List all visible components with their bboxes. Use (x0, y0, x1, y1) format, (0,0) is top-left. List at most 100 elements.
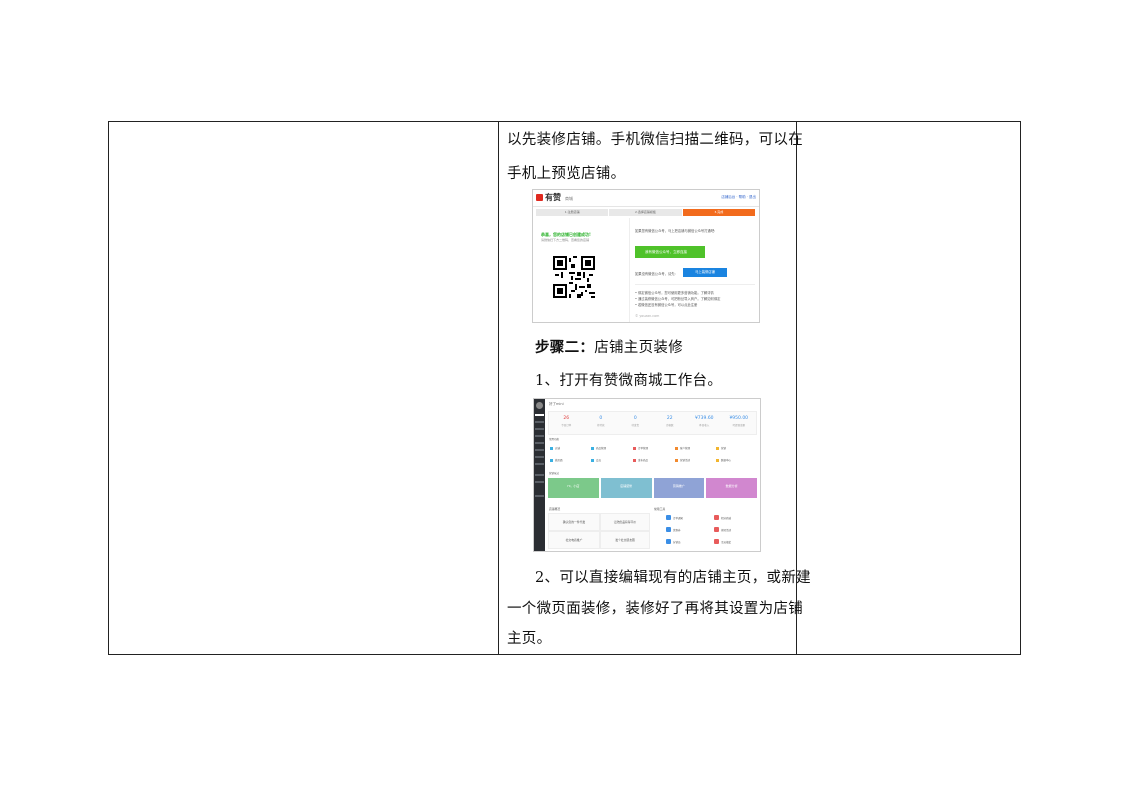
logo-subtext: 商城 (565, 196, 573, 201)
connect-wechat-button[interactable]: 我有微信公众号，立即连接 (635, 246, 705, 258)
stat: ¥739.60 昨日收入 (687, 412, 722, 434)
no-wechat-prompt: 如果没有微信公众号，请先: (635, 272, 676, 276)
tool-item: 优惠券 (666, 527, 681, 532)
tool-label: 幸运抽奖 (721, 541, 732, 544)
step-2: 2.选择店铺模板 (609, 209, 683, 216)
apps-label: 常用功能 (549, 438, 560, 441)
qr-hint: 请微信扫下方二维码，查看您的店铺 (541, 238, 590, 242)
tool-icon (666, 527, 671, 532)
stat: 0 待付款 (584, 412, 619, 434)
avatar (536, 402, 543, 409)
app-icon (675, 446, 678, 450)
app-grid: 店铺 商品管理 订单管理 客户管理 营销 微页面 会员 发布商品 营销活动 数据… (548, 443, 757, 467)
decorate-store-button[interactable]: 马上装修店铺 (683, 268, 727, 277)
paragraph-4: 2、可以直接编辑现有的店铺主页，或新建 (535, 570, 811, 586)
tool-label: 优惠券 (673, 529, 681, 532)
stat: 22 访客数 (653, 412, 688, 434)
tool-item: 幸运抽奖 (714, 539, 731, 544)
content-cell: 以先装修店铺。手机微信扫描二维码，可以在 手机上预览店铺。 有赞 商城 店铺后台 … (499, 122, 811, 654)
info-box[interactable]: 确认您的一件代发 (548, 513, 600, 531)
app-item: 微页面 (550, 458, 580, 462)
tool-item: 订单通知 (666, 515, 683, 520)
stat-value: 0 (599, 416, 603, 421)
promo-tile[interactable]: 数据分析 (706, 478, 757, 498)
tool-label: 积分商城 (721, 517, 732, 520)
stat-value: 0 (633, 416, 637, 421)
progress-steps: 1.注册店铺 2.选择店铺模板 3.完成 (536, 209, 756, 216)
tool-item: 积分商城 (714, 515, 731, 520)
nav-item (535, 463, 544, 465)
dashboard-screenshot: 好了mini 26 今日订单 0 待付款 0 待发货 22 访客数 ¥739.60 昨日收… (533, 398, 761, 552)
app-item: 营销 (716, 446, 746, 450)
app-label: 客户管理 (680, 447, 691, 450)
app-icon (716, 458, 719, 462)
step-text: 店铺主页装修 (594, 340, 684, 356)
app-icon (633, 458, 636, 462)
app-item: 客户管理 (675, 446, 705, 450)
connect-panel: 如果您有微信公众号，马上把店铺与微信公众号打通吧: 我有微信公众号，立即连接 如… (631, 218, 759, 322)
tool-label: 分销员 (673, 541, 681, 544)
promo-tile[interactable]: Hi，小店 (548, 478, 599, 498)
tool-icon (714, 527, 719, 532)
stat-label: 昨日收入 (699, 424, 710, 427)
app-item: 发布商品 (633, 458, 663, 462)
stat: 0 待发货 (618, 412, 653, 434)
nav-item (535, 481, 544, 483)
app-icon (591, 458, 594, 462)
nav-item (535, 474, 544, 476)
tool-icon (714, 515, 719, 520)
screenshot-header: 有赞 商城 店铺后台 · 帮助 · 退出 (533, 190, 759, 207)
paragraph-2: 手机上预览店铺。 (507, 166, 626, 182)
app-item: 营销活动 (675, 458, 705, 462)
qr-code-icon (553, 256, 595, 298)
tool-item: 拼团活动 (714, 527, 731, 532)
app-label: 营销活动 (680, 459, 691, 462)
tool-label: 拼团活动 (721, 529, 732, 532)
app-label: 订单管理 (638, 447, 649, 450)
stat-label: 今日订单 (561, 424, 572, 427)
dashboard-title: 好了mini (549, 402, 564, 406)
tiles-label: 营销玩法 (549, 472, 560, 475)
youzan-logo: 有赞 商城 (536, 192, 573, 203)
info-box[interactable]: 发个社交朋友圈 (600, 531, 650, 549)
app-item: 商品管理 (591, 446, 621, 450)
nav-item (535, 495, 544, 497)
logo-text: 有赞 (545, 193, 561, 202)
bottom-panels: 店铺概况 常用工具 确认您的一件代发 让陆优品获得平价 社交电商推广 发个社交朋… (548, 507, 757, 549)
panel-left-label: 店铺概况 (549, 507, 561, 511)
app-icon (550, 446, 553, 450)
stat-value: ¥950.00 (729, 416, 749, 421)
app-label: 商品管理 (596, 447, 607, 450)
tip-2: • 通过装修微信公众号，可把粉丝导入商户。了解如何绑定 (635, 297, 721, 301)
paragraph-3: 1、打开有赞微商城工作台。 (535, 373, 723, 389)
app-label: 数据中心 (721, 459, 732, 462)
stat: 26 今日订单 (549, 412, 584, 434)
tool-label: 订单通知 (673, 517, 684, 520)
footer-text: © youzan.com (635, 314, 660, 318)
tool-icon (714, 539, 719, 544)
step-label: 步骤二： (535, 339, 595, 356)
tip-3: • 若微信还没有微信公众号，可以点此注册 (635, 303, 698, 307)
app-icon (550, 458, 553, 462)
stat-value: 26 (563, 416, 570, 421)
app-label: 发布商品 (638, 459, 649, 462)
step-two-heading: 步骤二：店铺主页装修 (535, 336, 819, 357)
promo-tile[interactable]: 营销推广 (653, 478, 705, 498)
info-box[interactable]: 社交电商推广 (548, 531, 600, 549)
tool-icon (666, 539, 671, 544)
nav-item (535, 442, 544, 444)
tool-icon (666, 515, 671, 520)
app-icon (591, 446, 594, 450)
app-item: 订单管理 (633, 446, 663, 450)
app-label: 微页面 (555, 459, 563, 462)
wechat-prompt: 如果您有微信公众号，马上把店铺与微信公众号打通吧: (635, 229, 716, 233)
info-box[interactable]: 让陆优品获得平价 (600, 513, 650, 531)
nav-item (535, 421, 544, 423)
promo-tile[interactable]: 店铺装修 (600, 478, 652, 498)
paragraph-6: 主页。 (507, 631, 552, 647)
layout-table: 以先装修店铺。手机微信扫描二维码，可以在 手机上预览店铺。 有赞 商城 店铺后台 … (108, 121, 1021, 655)
app-label: 店铺 (555, 447, 561, 450)
app-icon (675, 458, 678, 462)
step-1: 1.注册店铺 (536, 209, 610, 216)
app-item: 数据中心 (716, 458, 746, 462)
